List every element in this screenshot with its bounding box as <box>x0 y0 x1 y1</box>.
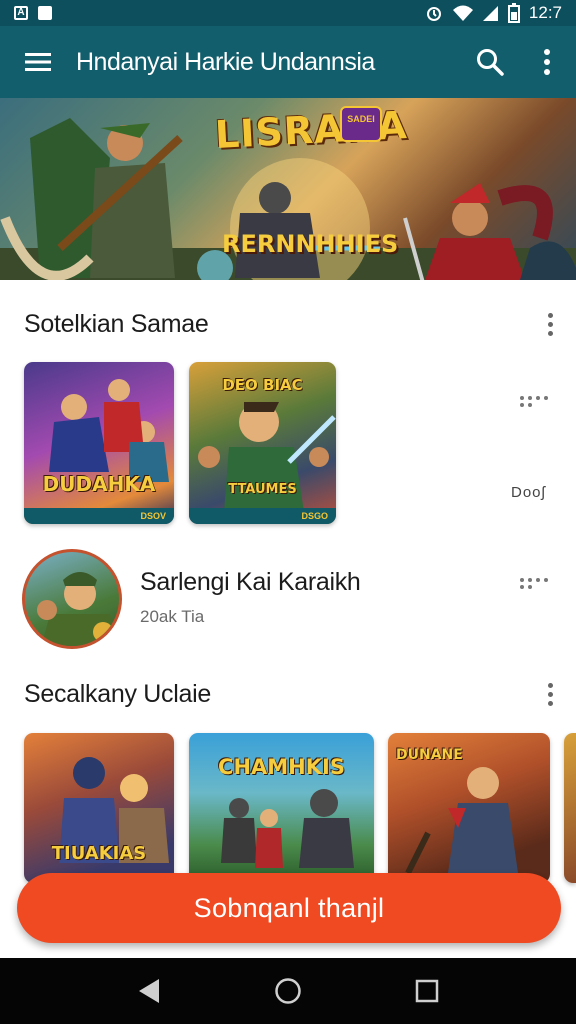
signal-icon <box>482 6 498 21</box>
card-1-label: DUDAHKA <box>42 472 156 496</box>
status-time: 12:7 <box>528 3 562 22</box>
app-title: Hndanyai Harkie Undannsia <box>76 47 375 76</box>
hamburger-menu-icon <box>25 53 51 71</box>
section2-more-icon[interactable] <box>540 683 560 706</box>
hero-badge: SADEI <box>340 106 382 142</box>
wifi-icon <box>452 5 473 21</box>
search-button[interactable] <box>462 26 518 98</box>
status-bar: A 12:7 <box>0 0 576 26</box>
section2-header: Secalkany Uclaie <box>24 680 560 709</box>
profile-name: Sarlengi Kai Karaikh <box>140 568 361 596</box>
status-left-icons: A <box>14 6 52 20</box>
notification-a-icon: A <box>14 6 28 20</box>
recents-button[interactable] <box>397 966 457 1016</box>
home-button[interactable] <box>258 966 318 1016</box>
card-1-footer: DSOV <box>24 508 174 524</box>
section1-side-note: Dooʃ <box>511 484 546 501</box>
card-3-label: TIUAKIAS <box>51 843 147 864</box>
section2-title: Secalkany Uclaie <box>24 680 211 708</box>
avatar-art <box>37 572 119 646</box>
back-button[interactable] <box>119 966 179 1016</box>
profile-subtitle: 20ak Tia <box>140 607 205 626</box>
game-card-4[interactable]: CHAMHKIS <box>189 733 374 883</box>
card-2-sublabel: TTAUMES <box>228 482 297 497</box>
game-card-5[interactable]: DUNANE <box>388 733 550 883</box>
profile-more-icon[interactable] <box>520 578 552 589</box>
photo-icon <box>38 6 52 20</box>
card-2-footer: DSGO <box>189 508 336 524</box>
game-card-6-peek[interactable] <box>564 733 576 883</box>
home-icon <box>275 978 301 1004</box>
more-vert-icon <box>544 49 550 75</box>
hero-subtitle: RERNNHHIES <box>222 230 399 258</box>
card-4-label: CHAMHKIS <box>218 755 345 779</box>
avatar[interactable] <box>22 549 122 649</box>
section1-header: Sotelkian Samae <box>24 310 560 339</box>
app-bar: Hndanyai Harkie Undannsia <box>0 26 576 98</box>
card-2-label: DEO BIAC <box>222 376 303 394</box>
section1-more-icon[interactable] <box>540 313 560 336</box>
section1-row-more-icon[interactable] <box>520 396 552 407</box>
card-art-1 <box>49 379 169 482</box>
back-icon <box>139 979 160 1003</box>
primary-cta-button[interactable]: Sobnqanl thanjl <box>17 873 561 943</box>
hero-banner[interactable]: LISRANA SADEI RERNNHHIES <box>0 98 576 280</box>
status-right-icons: 12:7 <box>425 3 562 23</box>
system-nav-bar <box>0 958 576 1024</box>
battery-icon <box>507 3 520 23</box>
game-card-2[interactable]: DEO BIAC TTAUMES DSGO <box>189 362 336 524</box>
overflow-menu-button[interactable] <box>518 26 576 98</box>
section1-title: Sotelkian Samae <box>24 310 209 338</box>
menu-button[interactable] <box>0 26 76 98</box>
game-card-3[interactable]: TIUAKIAS <box>24 733 174 883</box>
search-icon <box>477 49 504 76</box>
card-5-label: DUNANE <box>396 747 463 763</box>
alarm-icon <box>426 7 441 21</box>
recents-icon <box>415 979 438 1003</box>
game-card-1[interactable]: DUDAHKA DSOV <box>24 362 174 524</box>
